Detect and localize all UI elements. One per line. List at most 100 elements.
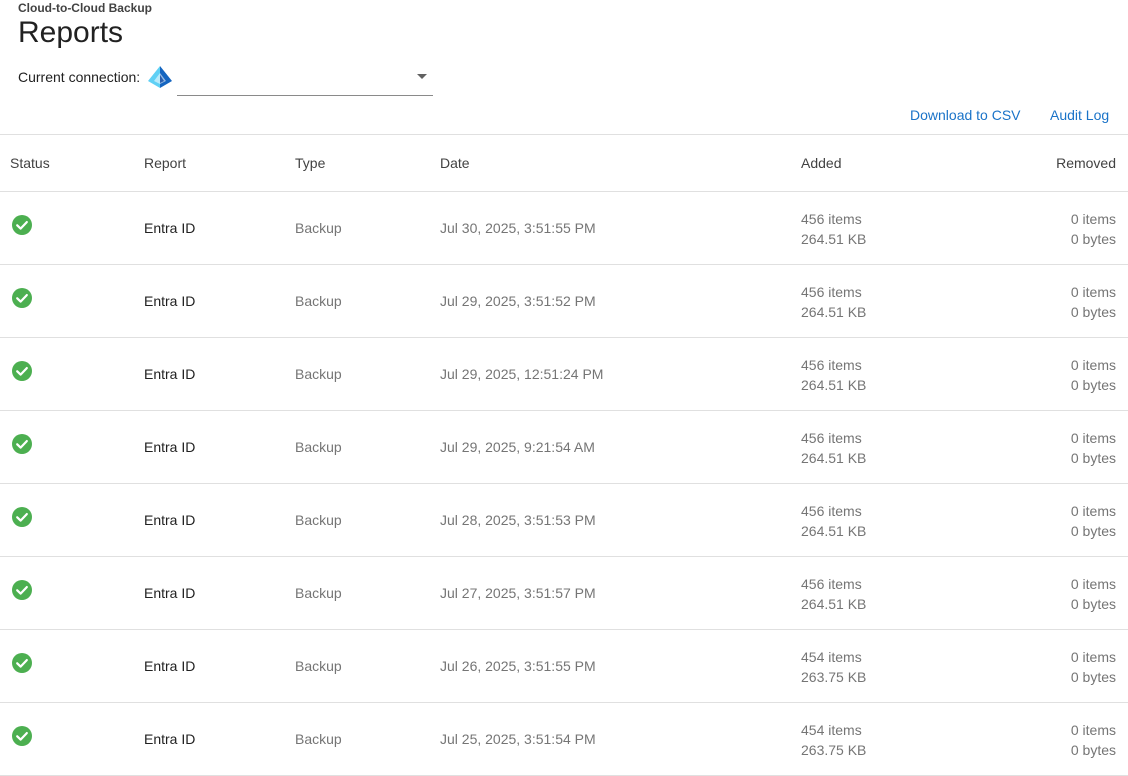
- added-cell: 456 items 264.51 KB: [801, 574, 866, 614]
- column-header-report[interactable]: Report: [144, 155, 186, 171]
- added-cell: 456 items 264.51 KB: [801, 355, 866, 395]
- connection-label: Current connection:: [18, 69, 141, 85]
- removed-items: 0 items: [1070, 211, 1116, 227]
- report-type: Backup: [295, 439, 342, 455]
- added-items: 454 items: [801, 649, 862, 665]
- column-header-removed[interactable]: Removed: [1056, 155, 1116, 171]
- table-row[interactable]: Entra ID Backup Jul 27, 2025, 3:51:57 PM 45…: [0, 557, 1128, 630]
- check-circle-icon: [12, 653, 32, 673]
- removed-items: 0 items: [1070, 503, 1116, 519]
- removed-size: 0 bytes: [1070, 231, 1116, 247]
- report-date: Jul 30, 2025, 3:51:55 PM: [440, 220, 596, 236]
- table-row[interactable]: Entra ID Backup Jul 30, 2025, 3:51:55 PM 45…: [0, 192, 1128, 265]
- removed-items: 0 items: [1070, 430, 1116, 446]
- removed-cell: 0 items 0 bytes: [1071, 355, 1116, 395]
- removed-items: 0 items: [1070, 357, 1116, 373]
- table-row[interactable]: Entra ID Backup Jul 26, 2025, 3:51:55 PM 45…: [0, 630, 1128, 703]
- report-date: Jul 29, 2025, 9:21:54 AM: [440, 439, 595, 455]
- column-header-type[interactable]: Type: [295, 155, 325, 171]
- column-header-status[interactable]: Status: [10, 155, 50, 171]
- entra-id-icon: [148, 66, 172, 88]
- report-type: Backup: [295, 658, 342, 674]
- added-items: 456 items: [801, 503, 862, 519]
- removed-size: 0 bytes: [1070, 596, 1116, 612]
- chevron-down-icon: [417, 74, 427, 79]
- added-size: 263.75 KB: [801, 669, 867, 685]
- report-type: Backup: [295, 585, 342, 601]
- table-row[interactable]: Entra ID Backup Jul 28, 2025, 3:51:53 PM 45…: [0, 484, 1128, 557]
- app-subtitle: Cloud-to-Cloud Backup: [18, 1, 152, 15]
- report-date: Jul 26, 2025, 3:51:55 PM: [440, 658, 596, 674]
- added-items: 456 items: [801, 211, 862, 227]
- check-circle-icon: [12, 726, 32, 746]
- report-name: Entra ID: [144, 220, 196, 236]
- report-name: Entra ID: [144, 585, 196, 601]
- page-title: Reports: [18, 16, 124, 49]
- download-csv-link[interactable]: Download to CSV: [910, 107, 1021, 123]
- added-items: 456 items: [801, 430, 862, 446]
- check-circle-icon: [12, 507, 32, 527]
- removed-cell: 0 items 0 bytes: [1071, 501, 1116, 541]
- report-name: Entra ID: [144, 512, 196, 528]
- added-size: 263.75 KB: [801, 742, 867, 758]
- audit-log-link[interactable]: Audit Log: [1050, 107, 1109, 123]
- added-cell: 454 items 263.75 KB: [801, 647, 866, 687]
- report-date: Jul 27, 2025, 3:51:57 PM: [440, 585, 596, 601]
- table-row[interactable]: Entra ID Backup Jul 29, 2025, 12:51:24 PM 4…: [0, 338, 1128, 411]
- removed-size: 0 bytes: [1070, 742, 1116, 758]
- column-header-date[interactable]: Date: [440, 155, 470, 171]
- reports-table: Status Report Type Date Added Removed En…: [0, 134, 1128, 776]
- removed-cell: 0 items 0 bytes: [1071, 720, 1116, 760]
- check-circle-icon: [12, 288, 32, 308]
- added-size: 264.51 KB: [801, 523, 867, 539]
- removed-size: 0 bytes: [1070, 523, 1116, 539]
- removed-cell: 0 items 0 bytes: [1071, 647, 1116, 687]
- added-items: 456 items: [801, 357, 862, 373]
- report-name: Entra ID: [144, 658, 196, 674]
- table-row[interactable]: Entra ID Backup Jul 29, 2025, 9:21:54 AM 45…: [0, 411, 1128, 484]
- removed-items: 0 items: [1070, 722, 1116, 738]
- report-date: Jul 25, 2025, 3:51:54 PM: [440, 731, 596, 747]
- report-type: Backup: [295, 731, 342, 747]
- table-row[interactable]: Entra ID Backup Jul 25, 2025, 3:51:54 PM 45…: [0, 703, 1128, 776]
- removed-size: 0 bytes: [1070, 450, 1116, 466]
- added-cell: 456 items 264.51 KB: [801, 428, 866, 468]
- check-circle-icon: [12, 580, 32, 600]
- report-date: Jul 28, 2025, 3:51:53 PM: [440, 512, 596, 528]
- added-items: 456 items: [801, 576, 862, 592]
- report-name: Entra ID: [144, 731, 196, 747]
- removed-cell: 0 items 0 bytes: [1071, 574, 1116, 614]
- report-date: Jul 29, 2025, 12:51:24 PM: [440, 366, 604, 382]
- removed-size: 0 bytes: [1070, 304, 1116, 320]
- table-row[interactable]: Entra ID Backup Jul 29, 2025, 3:51:52 PM 45…: [0, 265, 1128, 338]
- removed-items: 0 items: [1070, 284, 1116, 300]
- removed-size: 0 bytes: [1070, 669, 1116, 685]
- added-cell: 456 items 264.51 KB: [801, 282, 866, 322]
- removed-items: 0 items: [1070, 649, 1116, 665]
- added-size: 264.51 KB: [801, 596, 867, 612]
- table-body: Entra ID Backup Jul 30, 2025, 3:51:55 PM 45…: [0, 192, 1128, 776]
- added-cell: 456 items 264.51 KB: [801, 501, 866, 541]
- removed-cell: 0 items 0 bytes: [1071, 428, 1116, 468]
- connection-select[interactable]: [177, 62, 433, 96]
- added-items: 456 items: [801, 284, 862, 300]
- removed-size: 0 bytes: [1070, 377, 1116, 393]
- report-type: Backup: [295, 220, 342, 236]
- removed-cell: 0 items 0 bytes: [1071, 209, 1116, 249]
- report-type: Backup: [295, 366, 342, 382]
- report-name: Entra ID: [144, 439, 196, 455]
- report-date: Jul 29, 2025, 3:51:52 PM: [440, 293, 596, 309]
- added-size: 264.51 KB: [801, 304, 867, 320]
- report-name: Entra ID: [144, 366, 196, 382]
- added-cell: 456 items 264.51 KB: [801, 209, 866, 249]
- report-type: Backup: [295, 293, 342, 309]
- added-cell: 454 items 263.75 KB: [801, 720, 866, 760]
- removed-items: 0 items: [1070, 576, 1116, 592]
- column-header-added[interactable]: Added: [801, 155, 841, 171]
- added-size: 264.51 KB: [801, 231, 867, 247]
- added-size: 264.51 KB: [801, 450, 867, 466]
- check-circle-icon: [12, 215, 32, 235]
- check-circle-icon: [12, 361, 32, 381]
- removed-cell: 0 items 0 bytes: [1071, 282, 1116, 322]
- report-type: Backup: [295, 512, 342, 528]
